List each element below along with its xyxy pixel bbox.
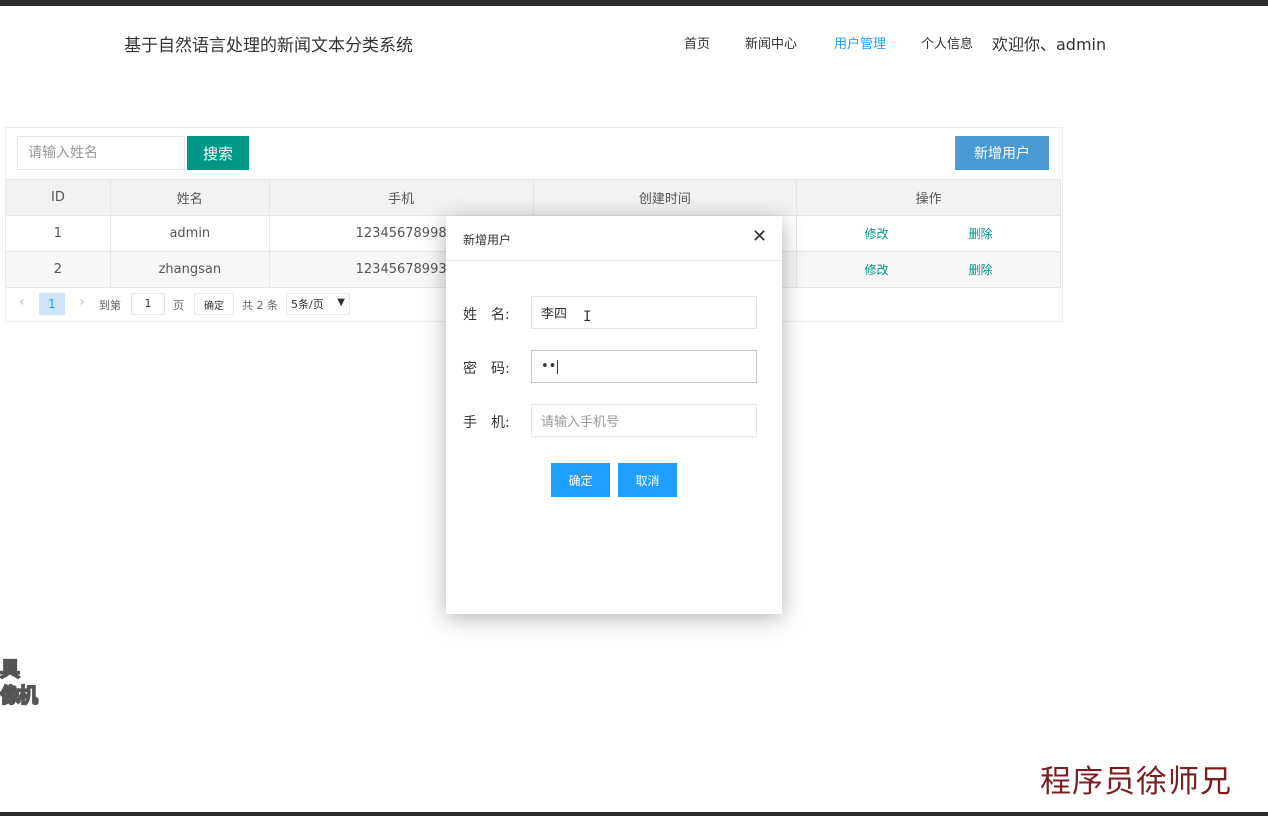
column-header-id: ID (5, 179, 111, 216)
name-label: 姓 名: (463, 307, 510, 323)
goto-page-input[interactable]: 1 (131, 293, 165, 315)
watermark-logo: 具 像机 (0, 656, 39, 708)
confirm-button[interactable]: 确定 (551, 463, 610, 497)
goto-label: 到第 (99, 299, 121, 312)
password-field[interactable]: •• (531, 350, 757, 383)
table-header-row: ID 姓名 手机 创建时间 操作 (5, 179, 1061, 216)
cell-name: zhangsan (109, 251, 270, 288)
password-value: •• (541, 359, 557, 374)
edit-link[interactable]: 修改 (827, 225, 927, 242)
add-user-button[interactable]: 新增用户 (955, 136, 1049, 170)
page-current[interactable]: 1 (39, 293, 65, 315)
phone-field[interactable]: 请输入手机号 (531, 404, 757, 437)
cancel-button[interactable]: 取消 (618, 463, 677, 497)
delete-link[interactable]: 删除 (931, 261, 1031, 278)
column-header-actions: 操作 (796, 179, 1061, 216)
search-button[interactable]: 搜索 (187, 136, 249, 170)
name-field[interactable]: 李四 (531, 296, 757, 329)
search-input[interactable] (17, 136, 185, 170)
column-header-created: 创建时间 (532, 179, 798, 216)
password-label: 密 码: (463, 361, 510, 377)
chevron-down-icon: ▼ (337, 297, 345, 308)
cell-id: 1 (5, 215, 111, 252)
page-size-value: 5条/页 (291, 298, 324, 311)
add-user-dialog: 新增用户 ✕ 姓 名: 李四 I 密 码: •• 手 机: 请输入手机号 确定 … (446, 216, 782, 614)
close-icon[interactable]: ✕ (752, 228, 767, 246)
chevron-left-icon[interactable]: ‹ (19, 294, 25, 310)
goto-confirm-button[interactable]: 确定 (194, 293, 234, 315)
window-bottom-bar (0, 812, 1268, 816)
nav-news-center[interactable]: 新闻中心 (745, 33, 797, 52)
nav-user-management[interactable]: 用户管理 (834, 33, 886, 52)
cell-name: admin (109, 215, 270, 252)
site-title: 基于自然语言处理的新闻文本分类系统 (124, 36, 413, 56)
column-header-phone: 手机 (268, 179, 534, 216)
dialog-title: 新增用户 (463, 233, 512, 247)
chevron-right-icon[interactable]: › (79, 294, 85, 310)
signature-watermark: 程序员徐师兄 (1040, 764, 1232, 800)
total-count: 共 2 条 (242, 299, 278, 312)
page-label: 页 (173, 299, 184, 312)
watermark-text-2: 像机 (0, 682, 39, 708)
caret (557, 359, 559, 374)
watermark-text-1: 具 (0, 656, 21, 682)
nav-profile[interactable]: 个人信息 (921, 33, 973, 52)
column-header-name: 姓名 (109, 179, 270, 216)
window-top-bar (0, 0, 1268, 6)
dialog-divider (446, 260, 782, 261)
cell-actions: 修改 删除 (796, 251, 1061, 288)
welcome-text: 欢迎你、admin (992, 35, 1107, 54)
phone-label: 手 机: (463, 415, 510, 431)
text-cursor-icon: I (583, 309, 592, 325)
page-size-select[interactable]: 5条/页 ▼ (286, 293, 350, 315)
cell-id: 2 (5, 251, 111, 288)
edit-link[interactable]: 修改 (827, 261, 927, 278)
delete-link[interactable]: 删除 (931, 225, 1031, 242)
cell-actions: 修改 删除 (796, 215, 1061, 252)
nav-home[interactable]: 首页 (684, 33, 710, 52)
